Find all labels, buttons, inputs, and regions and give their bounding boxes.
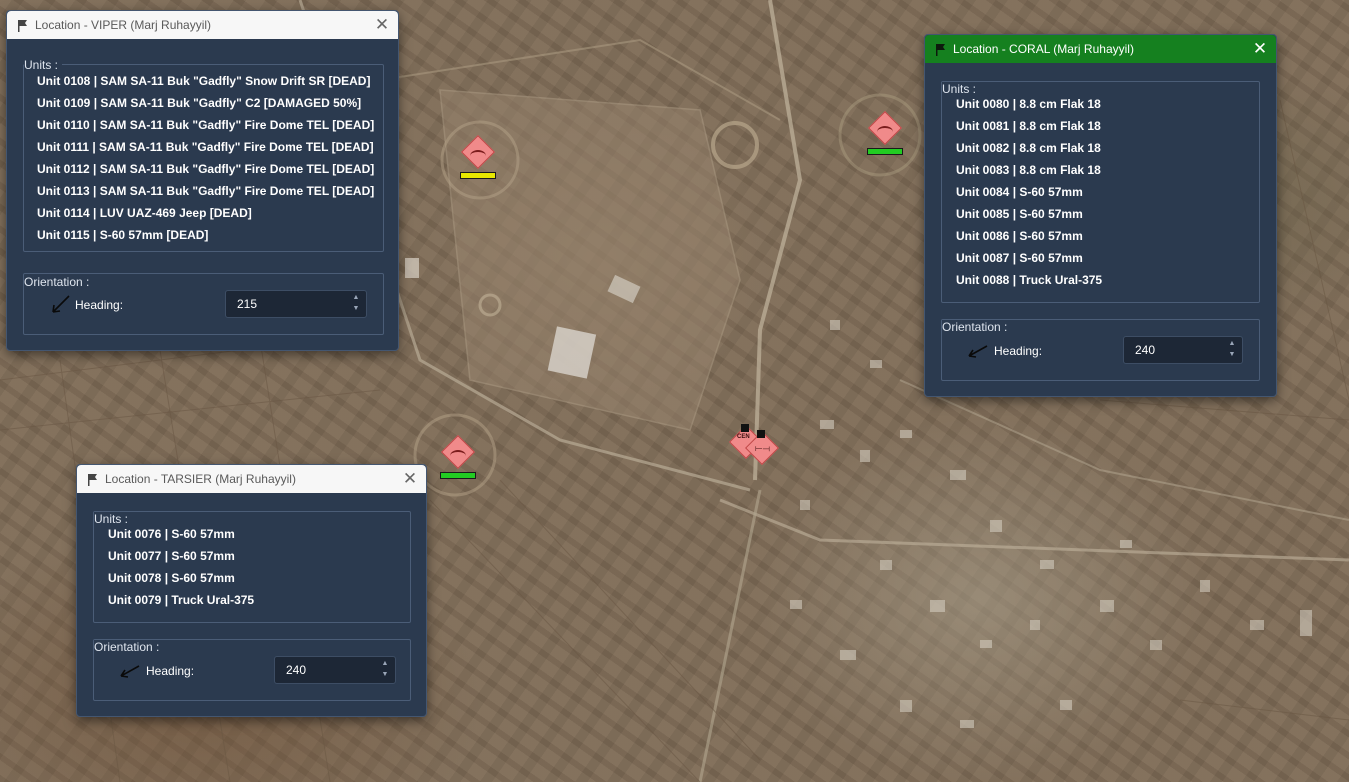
- radar-arc-icon: [470, 150, 486, 162]
- unit-list-item[interactable]: Unit 0113 | SAM SA-11 Buk "Gadfly" Fire …: [37, 184, 374, 198]
- unit-list-item[interactable]: Unit 0109 | SAM SA-11 Buk "Gadfly" C2 [D…: [37, 96, 361, 110]
- unit-list-item[interactable]: Unit 0081 | 8.8 cm Flak 18: [956, 119, 1101, 133]
- heading-value[interactable]: 215: [237, 297, 257, 311]
- unit-list-item[interactable]: Unit 0111 | SAM SA-11 Buk "Gadfly" Fire …: [37, 140, 374, 154]
- heading-arrow-icon: [120, 665, 140, 678]
- unit-list-item[interactable]: Unit 0083 | 8.8 cm Flak 18: [956, 163, 1101, 177]
- heading-value[interactable]: 240: [286, 663, 306, 677]
- heading-arrow-icon: [52, 295, 70, 313]
- unit-list-item[interactable]: Unit 0077 | S-60 57mm: [108, 549, 235, 563]
- orientation-group-label: Orientation :: [942, 320, 1012, 334]
- heading-label: Heading:: [994, 344, 1043, 358]
- close-icon[interactable]: ✕: [374, 11, 390, 39]
- unit-list-item[interactable]: Unit 0086 | S-60 57mm: [956, 229, 1083, 243]
- health-bar: [460, 172, 496, 179]
- flag-icon: [741, 424, 749, 432]
- dialog-titlebar[interactable]: Location - CORAL (Marj Ruhayyil) ✕: [925, 35, 1276, 63]
- flag-icon: [757, 430, 765, 438]
- units-group-label: Units :: [24, 58, 63, 72]
- location-dialog-viper[interactable]: Location - VIPER (Marj Ruhayyil) ✕ Units…: [6, 10, 399, 351]
- orientation-group-label: Orientation :: [94, 640, 164, 654]
- chevron-down-icon[interactable]: ▼: [351, 305, 361, 313]
- dialog-title: Location - CORAL (Marj Ruhayyil): [953, 42, 1134, 56]
- units-group: [23, 64, 384, 252]
- aa-gun-icon: ⟝⟞: [755, 443, 770, 453]
- site-marker-viper[interactable]: [458, 135, 498, 188]
- unit-list-item[interactable]: Unit 0082 | 8.8 cm Flak 18: [956, 141, 1101, 155]
- unit-list-item[interactable]: Unit 0110 | SAM SA-11 Buk "Gadfly" Fire …: [37, 118, 374, 132]
- flag-icon: [88, 474, 97, 486]
- unit-list-item[interactable]: Unit 0108 | SAM SA-11 Buk "Gadfly" Snow …: [37, 74, 370, 88]
- heading-label: Heading:: [75, 298, 124, 312]
- unit-list-item[interactable]: Unit 0115 | S-60 57mm [DEAD]: [37, 228, 208, 242]
- units-group-label: Units :: [942, 82, 981, 96]
- site-marker-cen-2[interactable]: ⟝⟞: [742, 430, 782, 484]
- health-bar: [867, 148, 903, 155]
- orientation-group-label: Orientation :: [24, 275, 94, 289]
- dialog-title: Location - VIPER (Marj Ruhayyil): [35, 18, 212, 32]
- chevron-up-icon[interactable]: ▲: [380, 660, 390, 668]
- health-bar: [440, 472, 476, 479]
- heading-spinbox[interactable]: 215 ▲ ▼: [225, 290, 367, 318]
- chevron-down-icon[interactable]: ▼: [1227, 351, 1237, 359]
- units-group-label: Units :: [94, 512, 133, 526]
- unit-list-item[interactable]: Unit 0078 | S-60 57mm: [108, 571, 235, 585]
- heading-arrow-icon: [968, 345, 988, 358]
- unit-list-item[interactable]: Unit 0080 | 8.8 cm Flak 18: [956, 97, 1101, 111]
- site-marker-tarsier[interactable]: [438, 435, 478, 488]
- chevron-up-icon[interactable]: ▲: [351, 294, 361, 302]
- flag-icon: [936, 44, 945, 56]
- unit-list-item[interactable]: Unit 0087 | S-60 57mm: [956, 251, 1083, 265]
- chevron-down-icon[interactable]: ▼: [380, 671, 390, 679]
- close-icon[interactable]: ✕: [402, 465, 418, 493]
- flag-icon: [18, 20, 27, 32]
- unit-list-item[interactable]: Unit 0076 | S-60 57mm: [108, 527, 235, 541]
- heading-spinbox[interactable]: 240 ▲ ▼: [274, 656, 396, 684]
- unit-list-item[interactable]: Unit 0079 | Truck Ural-375: [108, 593, 254, 607]
- radar-arc-icon: [450, 450, 466, 462]
- heading-value[interactable]: 240: [1135, 343, 1155, 357]
- dialog-titlebar[interactable]: Location - TARSIER (Marj Ruhayyil) ✕: [77, 465, 426, 493]
- close-icon[interactable]: ✕: [1252, 35, 1268, 63]
- heading-label: Heading:: [146, 664, 195, 678]
- unit-list-item[interactable]: Unit 0084 | S-60 57mm: [956, 185, 1083, 199]
- location-dialog-coral[interactable]: Location - CORAL (Marj Ruhayyil) ✕ Units…: [924, 34, 1277, 397]
- heading-spinbox[interactable]: 240 ▲ ▼: [1123, 336, 1243, 364]
- unit-list-item[interactable]: Unit 0088 | Truck Ural-375: [956, 273, 1102, 287]
- unit-list-item[interactable]: Unit 0114 | LUV UAZ-469 Jeep [DEAD]: [37, 206, 252, 220]
- unit-list-item[interactable]: Unit 0112 | SAM SA-11 Buk "Gadfly" Fire …: [37, 162, 374, 176]
- unit-list-item[interactable]: Unit 0085 | S-60 57mm: [956, 207, 1083, 221]
- chevron-up-icon[interactable]: ▲: [1227, 340, 1237, 348]
- dialog-titlebar[interactable]: Location - VIPER (Marj Ruhayyil) ✕: [7, 11, 398, 39]
- location-dialog-tarsier[interactable]: Location - TARSIER (Marj Ruhayyil) ✕ Uni…: [76, 464, 427, 717]
- dialog-title: Location - TARSIER (Marj Ruhayyil): [105, 472, 296, 486]
- radar-arc-icon: [877, 126, 893, 138]
- site-marker-coral[interactable]: [865, 111, 905, 164]
